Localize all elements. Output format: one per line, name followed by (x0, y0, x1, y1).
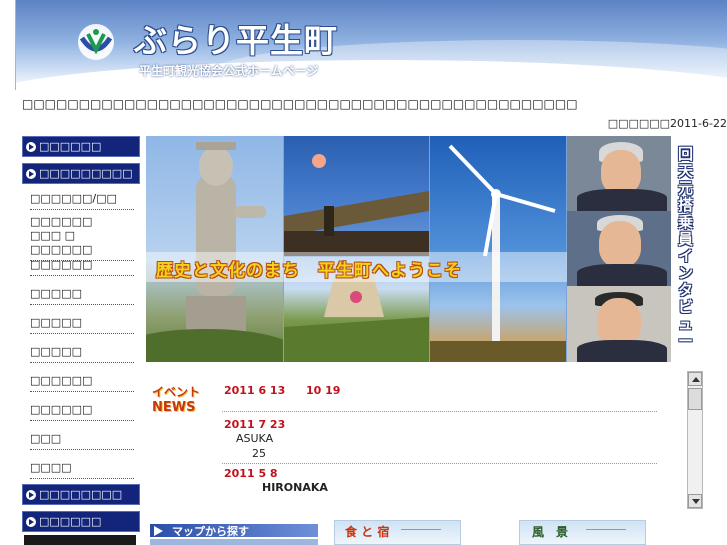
event-news-logo: イベント NEWS (152, 383, 210, 415)
event-news-logo-line2: NEWS (152, 400, 196, 415)
temple-illustration (284, 154, 429, 256)
news-scrollbar[interactable] (687, 371, 703, 509)
news-date: 2011 6 13 (224, 384, 286, 397)
arrow-right-icon (26, 517, 36, 527)
scroll-up-icon[interactable] (688, 372, 702, 386)
news-date: 2011 5 8 (224, 467, 278, 480)
sidebar-thumbnail-image[interactable] (24, 535, 136, 545)
arrow-right-icon (26, 169, 36, 179)
food-lodging-banner[interactable]: 食 と 宿 (334, 520, 461, 545)
sidebar-nav-head-3[interactable]: □□□□□□□□ (22, 484, 140, 505)
banner-interview-panel[interactable]: 回天元搭乗員インタビュー (567, 136, 702, 362)
sidebar-link-5[interactable]: □□□□□ (30, 316, 134, 334)
event-news-section: イベント NEWS 2011 6 13 10 19 2011 7 23 ASUK… (146, 371, 706, 509)
last-updated-date: □□□□□□2011-6-22 (607, 117, 727, 130)
sidebar-link-2[interactable]: □□□□□□ □□□ □ □□□□□□ (30, 215, 134, 261)
sidebar-link-9[interactable]: □□□ (30, 432, 134, 450)
sidebar-nav-head-2-label: □□□□□□□□□ (39, 167, 133, 180)
sidebar: □□□□□□ □□□□□□□□□ □□□□□□/□□ □□□□□□ □□□ □ … (0, 135, 142, 545)
map-search-banner[interactable]: マップから探す (150, 520, 318, 545)
interview-label-box: 回天元搭乗員インタビュー (671, 136, 702, 362)
sidebar-nav-head-4-label: □□□□□□ (39, 515, 102, 528)
sidebar-nav-head-2[interactable]: □□□□□□□□□ (22, 163, 140, 184)
sidebar-nav-head-1-label: □□□□□□ (39, 140, 102, 153)
site-header: ぶらり平生町 平生町観光協会公式ホームページ (15, 0, 727, 90)
notice-text: □□□□□□□□□□□□□□□□□□□□□□□□□□□□□□□□□□□□□□□□… (22, 97, 578, 111)
interviewee-photo-3 (567, 286, 671, 362)
decoration-line (586, 529, 626, 530)
event-news-logo-line1: イベント (152, 385, 201, 399)
banner-caption: 歴史と文化のまち 平生町へようこそ (156, 261, 462, 281)
scroll-thumb[interactable] (688, 388, 702, 410)
news-divider (222, 463, 657, 464)
statue-illustration (146, 142, 283, 362)
interview-label: 回天元搭乗員インタビュー (678, 145, 694, 350)
sidebar-link-7[interactable]: □□□□□□ (30, 374, 134, 392)
sidebar-link-1[interactable]: □□□□□□/□□ (30, 192, 134, 210)
site-title[interactable]: ぶらり平生町 (134, 14, 338, 62)
arrow-right-icon (26, 490, 36, 500)
sidebar-nav-head-4[interactable]: □□□□□□ (22, 511, 140, 532)
banner-caption-strip: 歴史と文化のまち 平生町へようこそ (146, 252, 567, 282)
decoration-line (401, 529, 441, 530)
sidebar-link-8[interactable]: □□□□□□ (30, 403, 134, 421)
arrow-right-icon (26, 142, 36, 152)
interviewee-photo-2 (567, 211, 671, 286)
sidebar-nav-head-1[interactable]: □□□□□□ (22, 136, 140, 157)
site-subtitle: 平生町観光協会公式ホームページ (139, 64, 319, 78)
sidebar-link-6[interactable]: □□□□□ (30, 345, 134, 363)
scenery-label: 風 景 (532, 525, 569, 539)
sidebar-link-10[interactable]: □□□□ (30, 461, 134, 479)
food-lodging-label: 食 と 宿 (345, 525, 390, 539)
news-body: ASUKA (236, 432, 274, 445)
news-title[interactable]: 10 19 (306, 384, 340, 397)
interviewee-photo-1 (567, 136, 671, 211)
map-search-label: マップから探す (172, 525, 249, 538)
town-emblem-icon[interactable] (74, 20, 118, 64)
top-banner[interactable]: 回天元搭乗員インタビュー 歴史と文化のまち 平生町へようこそ (146, 136, 702, 362)
windmill-illustration (430, 144, 566, 362)
news-body: HIRONAKA (262, 481, 328, 494)
map-banner-strip (150, 539, 318, 545)
sidebar-nav-head-3-label: □□□□□□□□ (39, 488, 123, 501)
banner-photo-temple (284, 136, 429, 256)
news-list[interactable]: 2011 6 13 10 19 2011 7 23 ASUKA 25 2011 … (222, 371, 685, 509)
arrow-right-icon (154, 526, 163, 536)
banner-photo-statue (146, 136, 283, 362)
sidebar-link-4[interactable]: □□□□□ (30, 287, 134, 305)
news-date: 2011 7 23 (224, 418, 286, 431)
banner-photo-windmill (430, 136, 566, 362)
scenery-banner[interactable]: 風 景 (519, 520, 646, 545)
scroll-down-icon[interactable] (688, 494, 702, 508)
news-divider (222, 411, 657, 412)
news-body-2: 25 (252, 447, 266, 460)
sidebar-link-3[interactable]: □□□□□□ (30, 258, 134, 276)
